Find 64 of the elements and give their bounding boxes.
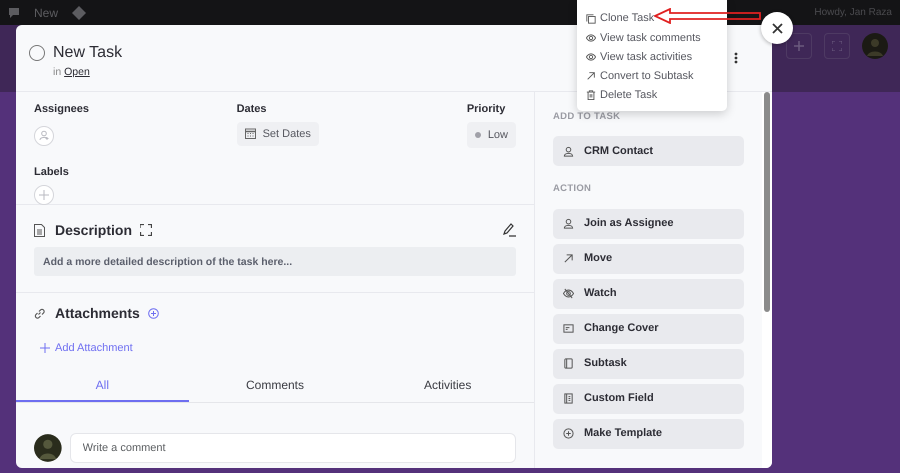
action-button[interactable]: Move xyxy=(553,244,744,274)
comment-field[interactable]: Write a comment xyxy=(70,432,516,462)
menu-item[interactable]: Convert to Subtask xyxy=(586,66,694,86)
square-icon xyxy=(563,358,574,369)
action-button[interactable]: CRM Contact xyxy=(553,136,744,166)
tab[interactable]: All xyxy=(16,370,189,402)
priority-button[interactable]: Low xyxy=(466,122,516,148)
in-label: in xyxy=(53,66,62,78)
action-button[interactable]: Join as Assignee xyxy=(553,208,744,238)
expand-icon[interactable] xyxy=(140,224,152,236)
section-heading: ADD TO TASK xyxy=(553,110,622,124)
section-title: Description xyxy=(55,220,132,240)
more-icon[interactable] xyxy=(734,52,738,64)
diamond-icon[interactable] xyxy=(72,6,86,20)
stage-link[interactable]: Open xyxy=(64,66,90,78)
arrow-icon xyxy=(586,71,596,82)
field-label: Dates xyxy=(236,102,268,117)
document-icon xyxy=(34,224,45,236)
link-icon xyxy=(34,308,45,319)
complete-checkbox[interactable] xyxy=(29,45,45,61)
priority-dot xyxy=(474,132,481,138)
avatar xyxy=(34,432,62,462)
field-label: Labels xyxy=(34,165,70,180)
trash-icon xyxy=(586,90,596,100)
comment-icon[interactable] xyxy=(8,6,20,18)
list-icon xyxy=(563,393,574,404)
edit-icon[interactable] xyxy=(502,223,516,237)
eye-off-icon xyxy=(563,288,574,299)
fullscreen-icon xyxy=(832,41,842,51)
description-box[interactable]: Add a more detailed description of the task here... xyxy=(34,247,516,276)
plus-icon xyxy=(794,41,804,51)
person-icon xyxy=(563,218,574,229)
add-person-icon xyxy=(38,130,50,141)
eye-icon xyxy=(586,32,596,43)
eye-icon xyxy=(586,52,596,62)
action-button[interactable]: Watch xyxy=(553,278,744,308)
action-button[interactable]: Change Cover xyxy=(553,314,744,344)
calendar-icon xyxy=(244,128,256,140)
menu-item[interactable]: View task comments xyxy=(586,28,701,48)
task-title: New Task xyxy=(53,43,122,63)
plus-icon xyxy=(40,343,50,354)
menu-item[interactable]: Delete Task xyxy=(586,86,658,105)
person-icon xyxy=(563,146,574,157)
section-heading: ACTION xyxy=(553,182,592,196)
add-attachment-link[interactable]: Add Attachment xyxy=(40,340,133,356)
set-dates-button[interactable]: Set Dates xyxy=(236,122,319,146)
menu-item[interactable]: View task activities xyxy=(586,47,692,67)
tab[interactable]: Activities xyxy=(361,370,534,402)
action-button[interactable]: Subtask xyxy=(553,348,744,378)
plus-circle-icon xyxy=(563,428,574,439)
cover-icon xyxy=(563,323,574,334)
plus-icon xyxy=(39,190,49,200)
section-title: Attachments xyxy=(55,304,140,323)
copy-icon xyxy=(586,14,596,24)
field-label: Priority xyxy=(466,102,506,117)
action-button[interactable]: Make Template xyxy=(553,418,744,448)
menu-item[interactable]: Clone Task xyxy=(586,9,654,28)
add-icon[interactable] xyxy=(148,308,159,319)
arrow-icon xyxy=(563,253,574,264)
tab[interactable]: Comments xyxy=(188,370,362,402)
scrollbar-thumb[interactable] xyxy=(764,92,770,312)
field-label: Assignees xyxy=(34,102,90,117)
close-icon xyxy=(772,22,782,34)
action-button[interactable]: Custom Field xyxy=(553,384,744,414)
